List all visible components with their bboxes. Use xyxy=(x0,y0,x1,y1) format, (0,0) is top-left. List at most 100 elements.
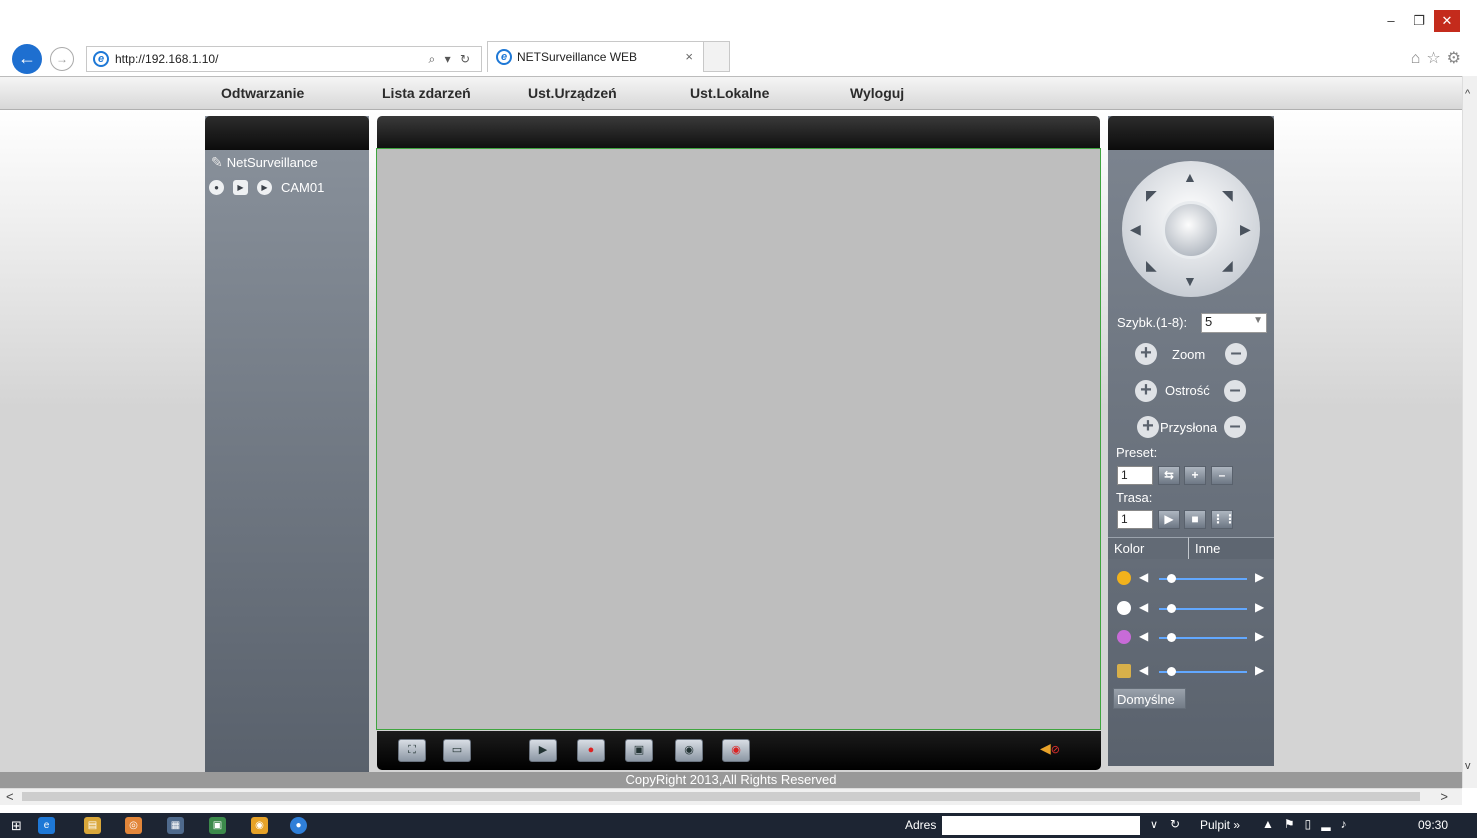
ptz-up-icon[interactable]: ▲ xyxy=(1183,169,1197,185)
play-square-icon[interactable]: ▶ xyxy=(233,180,248,195)
stop-record-button[interactable]: ● xyxy=(577,739,605,762)
slider-knob[interactable] xyxy=(1167,574,1176,583)
iris-open-button[interactable]: + xyxy=(1137,416,1159,438)
ptz-down-icon[interactable]: ▼ xyxy=(1183,273,1197,289)
back-button[interactable]: ← xyxy=(12,44,42,74)
preset-remove-button[interactable]: – xyxy=(1211,466,1233,485)
star-icon[interactable]: ☆ xyxy=(1426,50,1446,67)
preset-add-button[interactable]: + xyxy=(1184,466,1206,485)
vertical-scrollbar[interactable]: ^ v xyxy=(1462,76,1477,788)
tab-close-icon[interactable]: × xyxy=(685,49,693,64)
ptz-down-left-icon[interactable]: ◣ xyxy=(1146,257,1157,274)
ptz-center-button[interactable] xyxy=(1162,201,1220,259)
address-url[interactable]: http://192.168.1.10/ xyxy=(115,52,218,66)
video-viewport[interactable] xyxy=(376,148,1101,730)
refresh-icon[interactable]: ↻ xyxy=(1170,817,1180,831)
close-window-button[interactable]: ✕ xyxy=(1434,10,1460,32)
increase-arrow-icon[interactable]: ▶ xyxy=(1255,629,1264,643)
ptz-right-icon[interactable]: ▶ xyxy=(1240,221,1251,238)
search-refresh-icons[interactable]: ⌕ ▾ ↻ xyxy=(429,52,473,67)
focus-in-button[interactable]: + xyxy=(1135,380,1157,402)
preset-input[interactable]: 1 xyxy=(1117,466,1153,485)
address-bar[interactable]: e http://192.168.1.10/ ⌕ ▾ ↻ xyxy=(86,46,482,72)
browser-tab[interactable]: e NETSurveillance WEB × xyxy=(487,41,704,72)
flag-icon[interactable]: ⚑ xyxy=(1284,817,1305,831)
signal-icon[interactable]: ▂ xyxy=(1321,817,1340,831)
cruise-input[interactable]: 1 xyxy=(1117,510,1153,529)
menu-playback[interactable]: Odtwarzanie xyxy=(221,85,304,101)
restore-button[interactable]: ❐ xyxy=(1406,10,1432,32)
audio-toggle[interactable]: ◀⊘ xyxy=(1040,740,1060,757)
slider-knob[interactable] xyxy=(1167,633,1176,642)
chevron-left-icon[interactable]: < xyxy=(6,789,14,804)
menu-logout[interactable]: Wyloguj xyxy=(850,85,904,101)
default-button[interactable]: Domyślne xyxy=(1113,688,1186,709)
folder-icon[interactable]: ▤ xyxy=(84,817,101,834)
chevron-down-icon[interactable]: ∨ xyxy=(1150,818,1158,831)
ptz-left-icon[interactable]: ◀ xyxy=(1130,221,1141,238)
ptz-up-left-icon[interactable]: ◤ xyxy=(1146,187,1157,204)
home-icon[interactable]: ⌂ xyxy=(1411,50,1427,67)
snapshot-button[interactable]: ▣ xyxy=(625,739,653,762)
fullscreen-button[interactable]: ⛶ xyxy=(398,739,426,762)
zoom-out-button[interactable]: – xyxy=(1225,343,1247,365)
gear-icon[interactable]: ⚙ xyxy=(1447,50,1467,67)
increase-arrow-icon[interactable]: ▶ xyxy=(1255,663,1264,677)
start-icon[interactable]: ⊞ xyxy=(8,817,25,834)
tree-root[interactable]: ✎ NetSurveillance xyxy=(211,154,318,171)
cruise-grid-button[interactable]: ⋮⋮ xyxy=(1211,510,1236,529)
slider-knob[interactable] xyxy=(1167,604,1176,613)
zoom-in-button[interactable]: + xyxy=(1135,343,1157,365)
tab-other[interactable]: Inne xyxy=(1188,537,1274,559)
decrease-arrow-icon[interactable]: ◀ xyxy=(1139,600,1148,614)
taskbar-address-input[interactable] xyxy=(942,816,1140,835)
system-tray[interactable]: ▲⚑▯▂♪ xyxy=(1262,817,1357,831)
chevron-down-icon[interactable]: v xyxy=(1465,760,1471,772)
ie-taskbar-icon[interactable]: e xyxy=(38,817,55,834)
battery-icon[interactable]: ▯ xyxy=(1305,817,1322,831)
play-circle-icon[interactable]: ▶ xyxy=(257,180,272,195)
talk-stop-button[interactable]: ◉ xyxy=(722,739,750,762)
hue-slider[interactable]: ◀ ▶ xyxy=(1117,663,1267,680)
app2-icon[interactable]: ▦ xyxy=(167,817,184,834)
saturation-slider[interactable]: ◀ ▶ xyxy=(1117,629,1267,646)
increase-arrow-icon[interactable]: ▶ xyxy=(1255,570,1264,584)
menu-local-settings[interactable]: Ust.Lokalne xyxy=(690,85,769,101)
camera-label[interactable]: CAM01 xyxy=(281,180,324,195)
cruise-play-button[interactable]: ▶ xyxy=(1158,510,1180,529)
slider-knob[interactable] xyxy=(1167,667,1176,676)
menu-device-settings[interactable]: Ust.Urządzeń xyxy=(528,85,617,101)
horizontal-scrollbar[interactable]: < > xyxy=(0,788,1462,805)
iris-close-button[interactable]: – xyxy=(1224,416,1246,438)
increase-arrow-icon[interactable]: ▶ xyxy=(1255,600,1264,614)
ptz-down-right-icon[interactable]: ◢ xyxy=(1222,257,1233,274)
contrast-slider[interactable]: ◀ ▶ xyxy=(1117,600,1267,617)
menu-event-list[interactable]: Lista zdarzeń xyxy=(382,85,471,101)
chrome-icon[interactable]: ◉ xyxy=(251,817,268,834)
decrease-arrow-icon[interactable]: ◀ xyxy=(1139,629,1148,643)
minimize-button[interactable]: – xyxy=(1378,10,1404,32)
new-tab-button[interactable] xyxy=(704,41,730,72)
record-icon[interactable]: ● xyxy=(209,180,224,195)
ptz-up-right-icon[interactable]: ◥ xyxy=(1222,187,1233,204)
volume-icon[interactable]: ♪ xyxy=(1341,817,1357,831)
ptz-joystick[interactable]: ▲ ▼ ◀ ▶ ◤ ◥ ◣ ◢ xyxy=(1122,161,1260,297)
talk-button[interactable]: ◉ xyxy=(675,739,703,762)
app-icon[interactable]: ◎ xyxy=(125,817,142,834)
window-button[interactable]: ▭ xyxy=(443,739,471,762)
tab-color[interactable]: Kolor xyxy=(1108,537,1188,559)
cruise-stop-button[interactable]: ■ xyxy=(1184,510,1206,529)
desktop-toolbar[interactable]: Pulpit » xyxy=(1200,818,1240,832)
preset-goto-button[interactable]: ⇆ xyxy=(1158,466,1180,485)
brightness-slider[interactable]: ◀ ▶ xyxy=(1117,570,1267,587)
speed-select[interactable]: 5 ▼ xyxy=(1201,313,1267,333)
record-button[interactable]: ▶ xyxy=(529,739,557,762)
clock[interactable]: 09:30 xyxy=(1418,818,1448,832)
chevron-up-icon[interactable]: ^ xyxy=(1465,88,1470,100)
scroll-thumb[interactable] xyxy=(22,792,1420,801)
forward-button[interactable]: → xyxy=(50,47,74,71)
app4-icon[interactable]: ● xyxy=(290,817,307,834)
focus-out-button[interactable]: – xyxy=(1224,380,1246,402)
decrease-arrow-icon[interactable]: ◀ xyxy=(1139,663,1148,677)
chevron-right-icon[interactable]: > xyxy=(1440,789,1448,804)
